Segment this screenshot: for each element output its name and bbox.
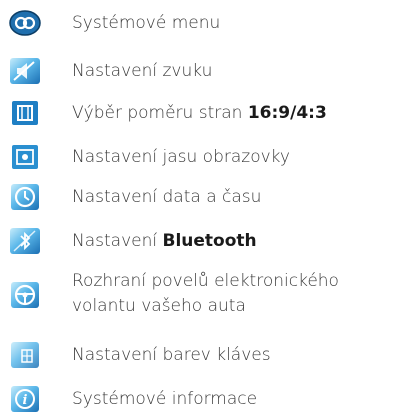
- key-color-icon: [8, 340, 42, 370]
- sound-settings-icon: [8, 56, 42, 86]
- list-item-system-menu: Systémové menu: [0, 8, 394, 38]
- item-label: Systémové menu: [72, 13, 221, 33]
- svg-text:i: i: [23, 393, 28, 408]
- item-label: Nastavení data a času: [72, 187, 262, 207]
- list-item-aspect-ratio: Výběr poměru stran 16:9/4:3: [0, 98, 394, 128]
- clock-icon: [8, 182, 42, 212]
- item-label: Výběr poměru stran 16:9/4:3: [72, 103, 327, 123]
- item-label: Rozhraní povelů elektronického volantu v…: [72, 271, 339, 316]
- item-label: Nastavení Bluetooth: [72, 231, 257, 251]
- item-label: Systémové informace: [72, 389, 258, 409]
- item-label: Nastavení barev kláves: [72, 345, 271, 365]
- list-item-system-info: i Systémové informace: [0, 384, 394, 414]
- list-item-sound-settings: Nastavení zvuku: [0, 56, 394, 86]
- list-item-date-time: Nastavení data a času: [0, 182, 394, 212]
- list-item-key-color: Nastavení barev kláves: [0, 340, 394, 370]
- list-item-bluetooth: Nastavení Bluetooth: [0, 226, 394, 256]
- item-label: Nastavení jasu obrazovky: [72, 147, 290, 167]
- list-item-steering-wheel: Rozhraní povelů elektronického volantu v…: [0, 270, 394, 322]
- system-menu-icon: [8, 8, 42, 38]
- bluetooth-icon: [8, 226, 42, 256]
- info-icon: i: [8, 384, 42, 414]
- list-item-brightness: Nastavení jasu obrazovky: [0, 142, 394, 172]
- steering-wheel-icon: [8, 280, 42, 310]
- brightness-icon: [8, 142, 42, 172]
- legend-page: { "colors": { "icon_blue_light": "#8fd3f…: [0, 0, 394, 419]
- item-label: Nastavení zvuku: [72, 61, 213, 81]
- aspect-ratio-icon: [8, 98, 42, 128]
